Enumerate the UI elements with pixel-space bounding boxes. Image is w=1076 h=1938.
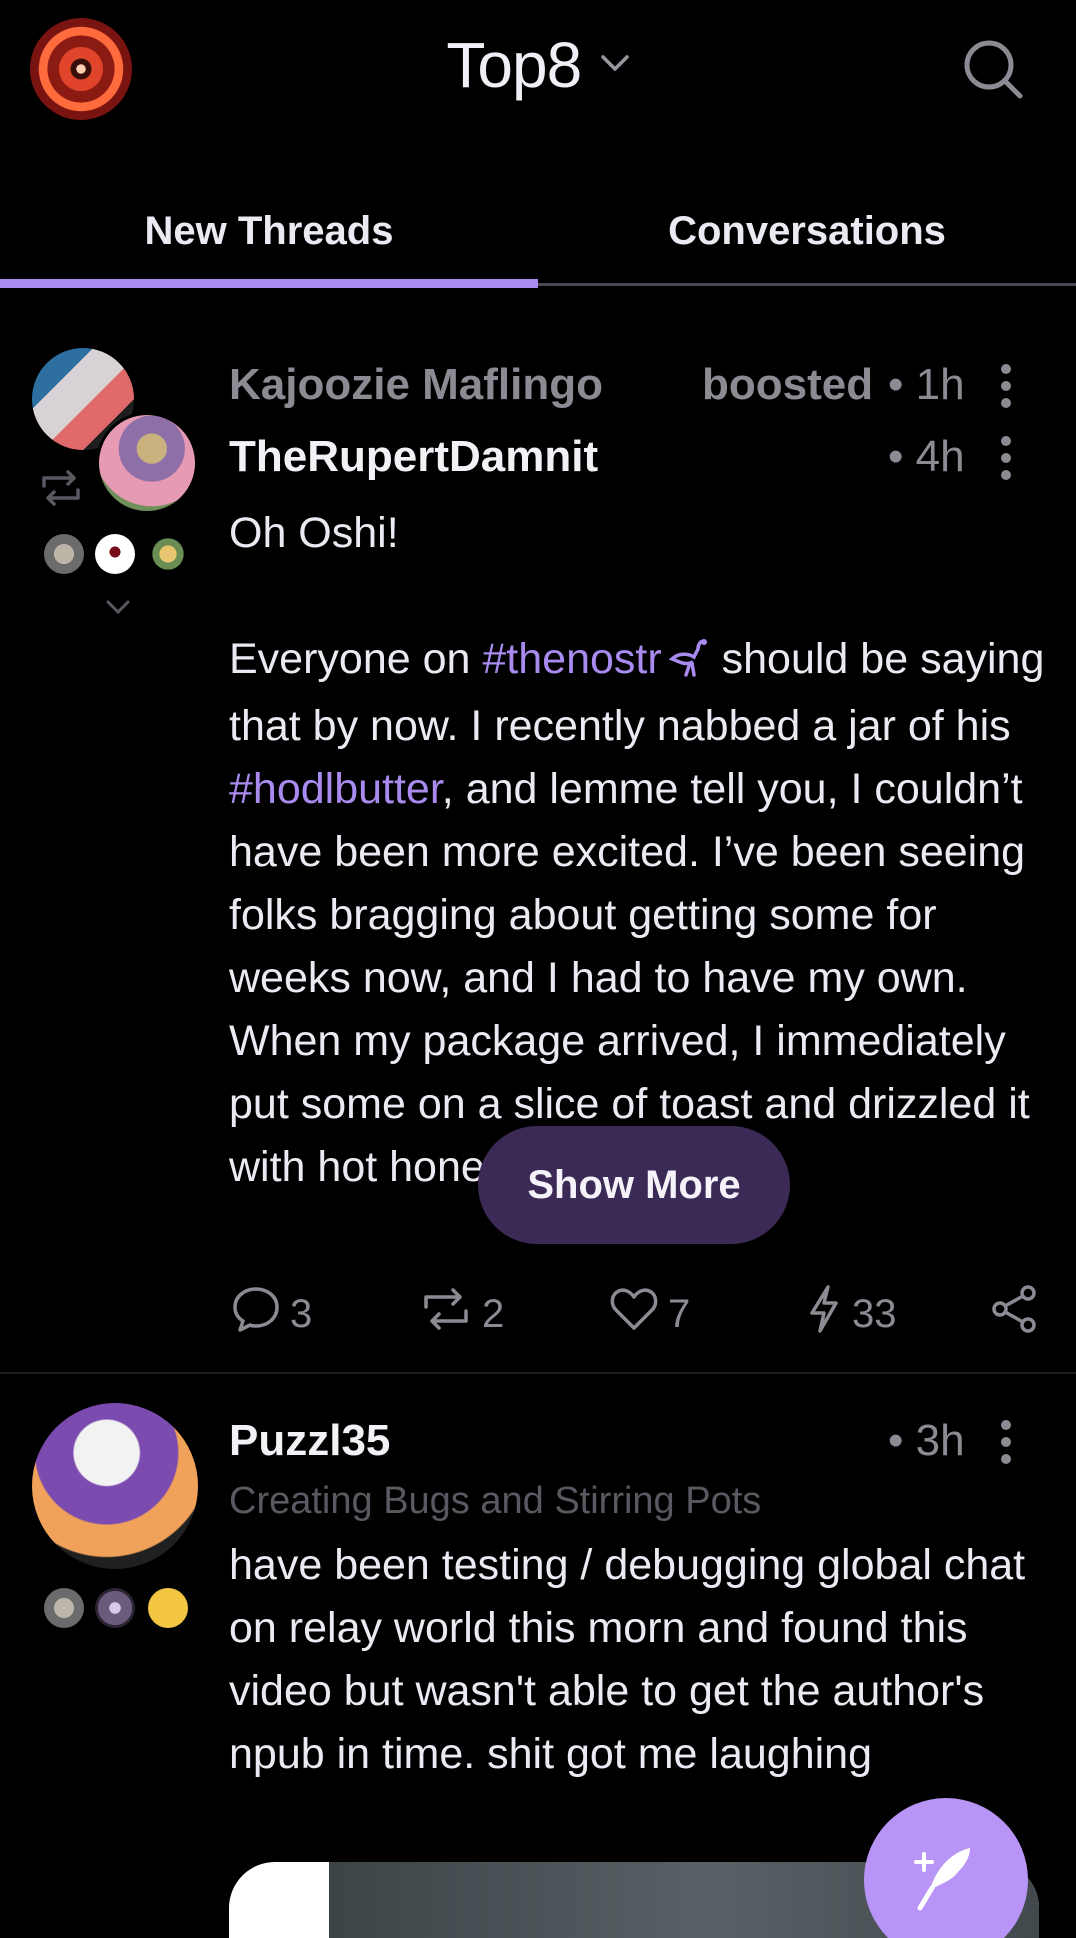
repost-button[interactable]: 2 [418,1282,504,1346]
feed-title[interactable]: Top8 [446,29,582,101]
author-about: Creating Bugs and Stirring Pots [229,1480,762,1522]
post-line: Oh Oshi! [229,509,399,557]
boosted-label: boosted [702,360,874,409]
tab-conversations[interactable]: Conversations [538,175,1076,287]
more-options-icon[interactable] [999,364,1013,408]
post-time: • 4h [888,432,965,481]
repost-icon [418,1283,482,1345]
booster-name[interactable]: Kajoozie Maflingo [229,360,603,410]
more-options-icon[interactable] [999,1420,1013,1464]
post-paragraph: Everyone on #thenostr should be saying t… [229,628,1049,1199]
post-body[interactable]: have been testing / debugging global cha… [229,1534,1049,1786]
zap-button[interactable]: 33 [804,1282,897,1346]
like-button[interactable]: 7 [608,1282,690,1346]
more-options-icon[interactable] [999,436,1013,480]
chevron-down-icon[interactable] [104,598,132,621]
repost-count: 2 [482,1291,505,1336]
reactor-avatar[interactable] [44,1588,84,1628]
feed-tabs: New Threads Conversations [0,175,1076,287]
reply-count: 3 [290,1291,313,1336]
author-name[interactable]: TheRupertDamnit [229,432,598,482]
show-more-button[interactable]: Show More [478,1126,790,1244]
chevron-down-icon[interactable] [600,53,630,78]
quill-plus-icon [906,1838,986,1923]
post-time: • 3h [888,1416,965,1465]
reply-icon [230,1283,290,1345]
reactor-avatar[interactable] [95,1588,135,1628]
like-count: 7 [668,1291,691,1336]
feed-selector[interactable]: Top8 [0,28,1076,102]
boost-time: • 1h [888,360,965,409]
author-avatar[interactable] [32,1403,198,1569]
reactor-avatar[interactable] [44,534,84,574]
author-name[interactable]: Puzzl35 [229,1416,390,1466]
tab-new-threads[interactable]: New Threads [0,175,538,287]
emoji-reaction-icon[interactable] [148,1588,188,1628]
lightning-icon [804,1283,852,1345]
active-tab-indicator [0,279,538,288]
compose-button[interactable] [864,1798,1028,1938]
reactor-avatar[interactable] [148,534,188,574]
share-button[interactable] [990,1282,1048,1346]
search-icon[interactable] [962,38,1026,102]
top-bar: Top8 [0,0,1076,140]
share-icon [990,1283,1048,1345]
repost-indicator-icon [36,468,86,513]
ostrich-icon [664,632,710,695]
post-divider [0,1372,1076,1374]
heart-icon [608,1283,668,1345]
reply-button[interactable]: 3 [230,1282,312,1346]
author-avatar[interactable] [96,412,198,514]
hashtag-link[interactable]: #hodlbutter [229,765,442,813]
hashtag-link[interactable]: #thenostr [482,635,661,683]
zap-count: 33 [852,1291,897,1336]
post-actions: 3 2 7 33 [0,1282,1076,1346]
reactor-avatar[interactable] [95,534,135,574]
